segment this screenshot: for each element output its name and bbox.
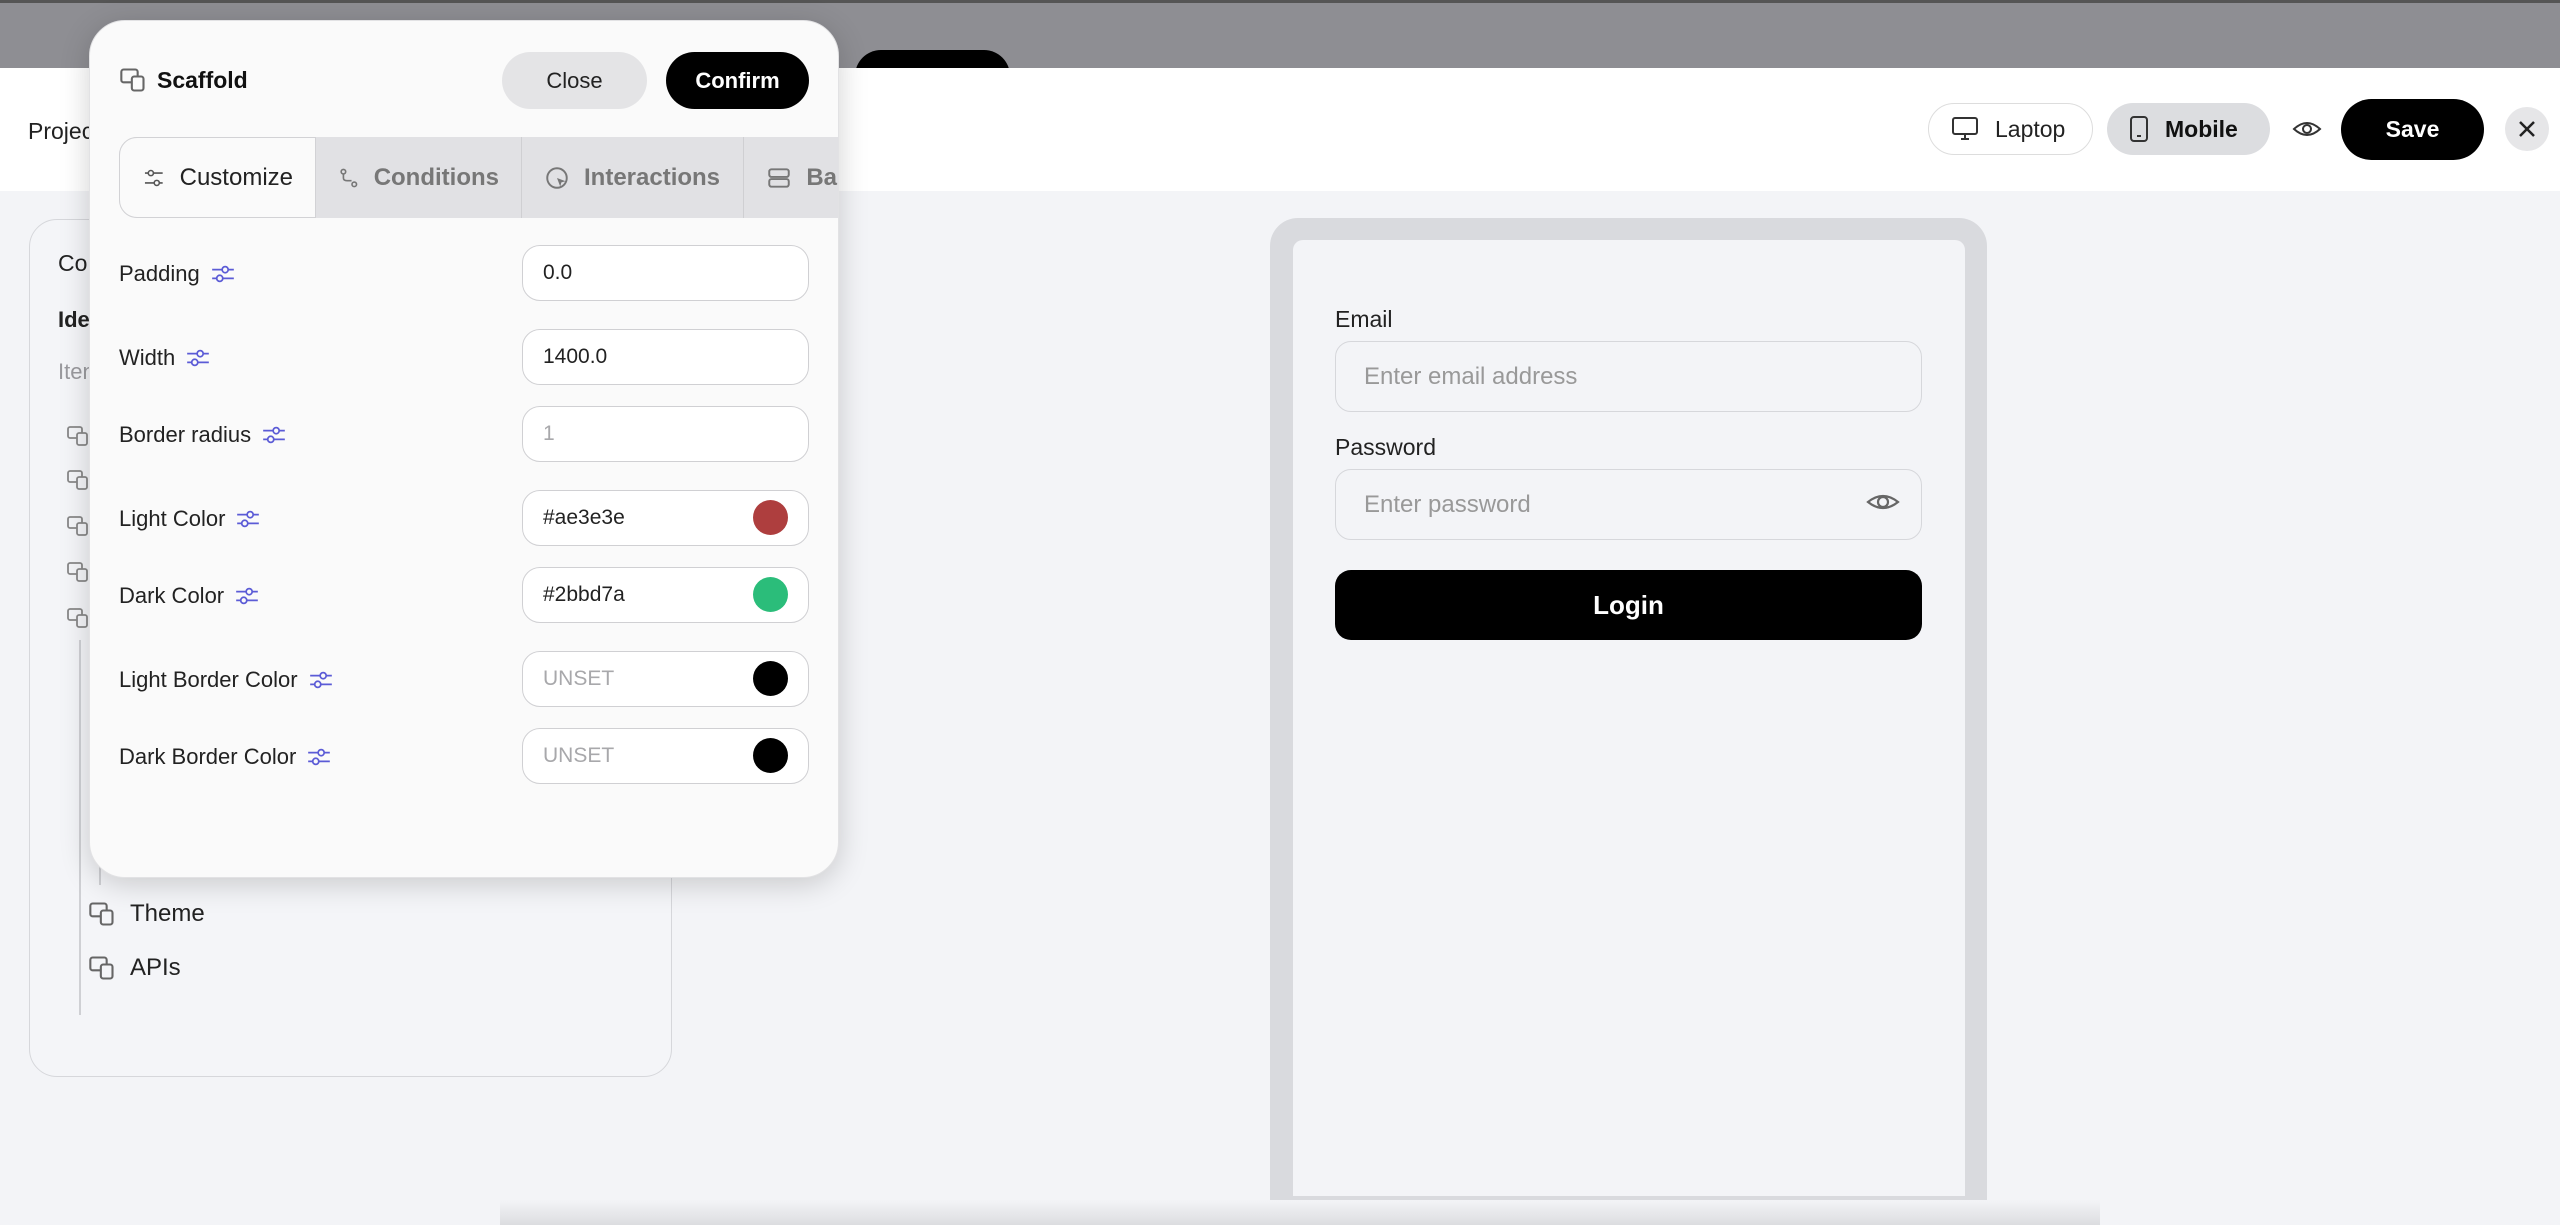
scaffold-properties-dialog: Scaffold Close Confirm Customize Conditi… [89,20,839,878]
sliders-icon[interactable] [308,667,334,693]
bottom-shadow [500,1200,2100,1225]
dark-color-swatch[interactable] [753,577,788,612]
preview-eye-icon[interactable] [2292,114,2322,144]
component-icon [67,608,88,628]
email-label: Email [1335,306,1393,332]
password-input[interactable]: Enter password [1335,469,1922,540]
dark-color-label: Dark Color [119,583,260,609]
password-label: Password [1335,434,1436,460]
sliders-icon[interactable] [185,345,211,371]
tab-label: Ba [806,163,837,191]
dialog-title-text: Scaffold [157,66,248,93]
pointer-icon [546,166,568,189]
mobile-device-button[interactable]: Mobile [2107,103,2270,155]
sliders-icon[interactable] [306,744,332,770]
sliders-icon [144,169,163,186]
show-password-eye-icon[interactable] [1865,487,1901,517]
mobile-label: Mobile [2165,115,2238,142]
property-label-text: Padding [119,261,200,286]
laptop-device-button[interactable]: Laptop [1928,103,2093,155]
tree-title: Co [58,250,88,276]
close-icon [2519,121,2535,137]
property-label-text: Light Color [119,506,226,531]
sliders-icon[interactable] [210,261,236,287]
login-button[interactable]: Login [1335,570,1922,640]
tree-item-label: Theme [130,900,205,927]
tab-interactions[interactable]: Interactions [522,137,745,218]
tab-label: Conditions [373,163,499,191]
tab-bar: Customize Conditions Interactions Ba [119,137,838,218]
tree-item-label: APIs [130,954,181,981]
email-input[interactable]: Enter email address [1335,341,1922,412]
property-label-text: Width [119,345,176,370]
dark-border-color-swatch[interactable] [753,738,788,773]
tree-item-apis[interactable]: APIs [88,954,181,982]
close-button[interactable]: Close [502,52,647,109]
tab-backend[interactable]: Ba [744,137,838,218]
server-icon [768,167,791,188]
phone-icon [2130,116,2148,142]
monitor-icon [1952,117,1978,140]
component-icon [67,516,88,536]
laptop-label: Laptop [1995,115,2066,142]
tab-conditions[interactable]: Conditions [316,137,522,218]
tab-label: Interactions [584,163,721,191]
light-border-color-swatch[interactable] [753,661,788,696]
component-icon [89,956,114,980]
tab-customize[interactable]: Customize [119,137,316,218]
property-label-text: Light Border Color [119,667,298,692]
width-label: Width [119,345,211,371]
border-radius-label: Border radius [119,422,287,448]
sliders-icon[interactable] [235,506,261,532]
confirm-button[interactable]: Confirm [666,52,809,109]
tree-id-label: Ide [58,307,90,332]
tree-guide-line [79,640,81,1015]
tree-item-theme[interactable]: Theme [88,900,205,928]
border-radius-input[interactable]: 1 [522,406,809,462]
save-button[interactable]: Save [2341,99,2484,160]
component-icon [89,902,114,926]
width-input[interactable]: 1400.0 [522,329,809,385]
close-editor-button[interactable] [2505,107,2549,151]
light-color-label: Light Color [119,506,261,532]
sliders-icon[interactable] [261,422,287,448]
padding-label: Padding [119,261,236,287]
dialog-title: Scaffold [119,66,248,94]
component-icon [67,426,88,446]
property-label-text: Border radius [119,422,252,447]
property-label-text: Dark Border Color [119,744,297,769]
branch-icon [340,168,358,187]
sliders-icon[interactable] [234,583,260,609]
component-icon [67,470,88,490]
component-icon [67,562,88,582]
padding-input[interactable]: 0.0 [522,245,809,301]
property-label-text: Dark Color [119,583,225,608]
project-label: Projec [28,118,94,144]
tab-label: Customize [179,163,293,191]
dark-border-color-label: Dark Border Color [119,744,332,770]
light-color-swatch[interactable] [753,500,788,535]
light-border-color-label: Light Border Color [119,667,334,693]
component-icon [120,68,145,92]
